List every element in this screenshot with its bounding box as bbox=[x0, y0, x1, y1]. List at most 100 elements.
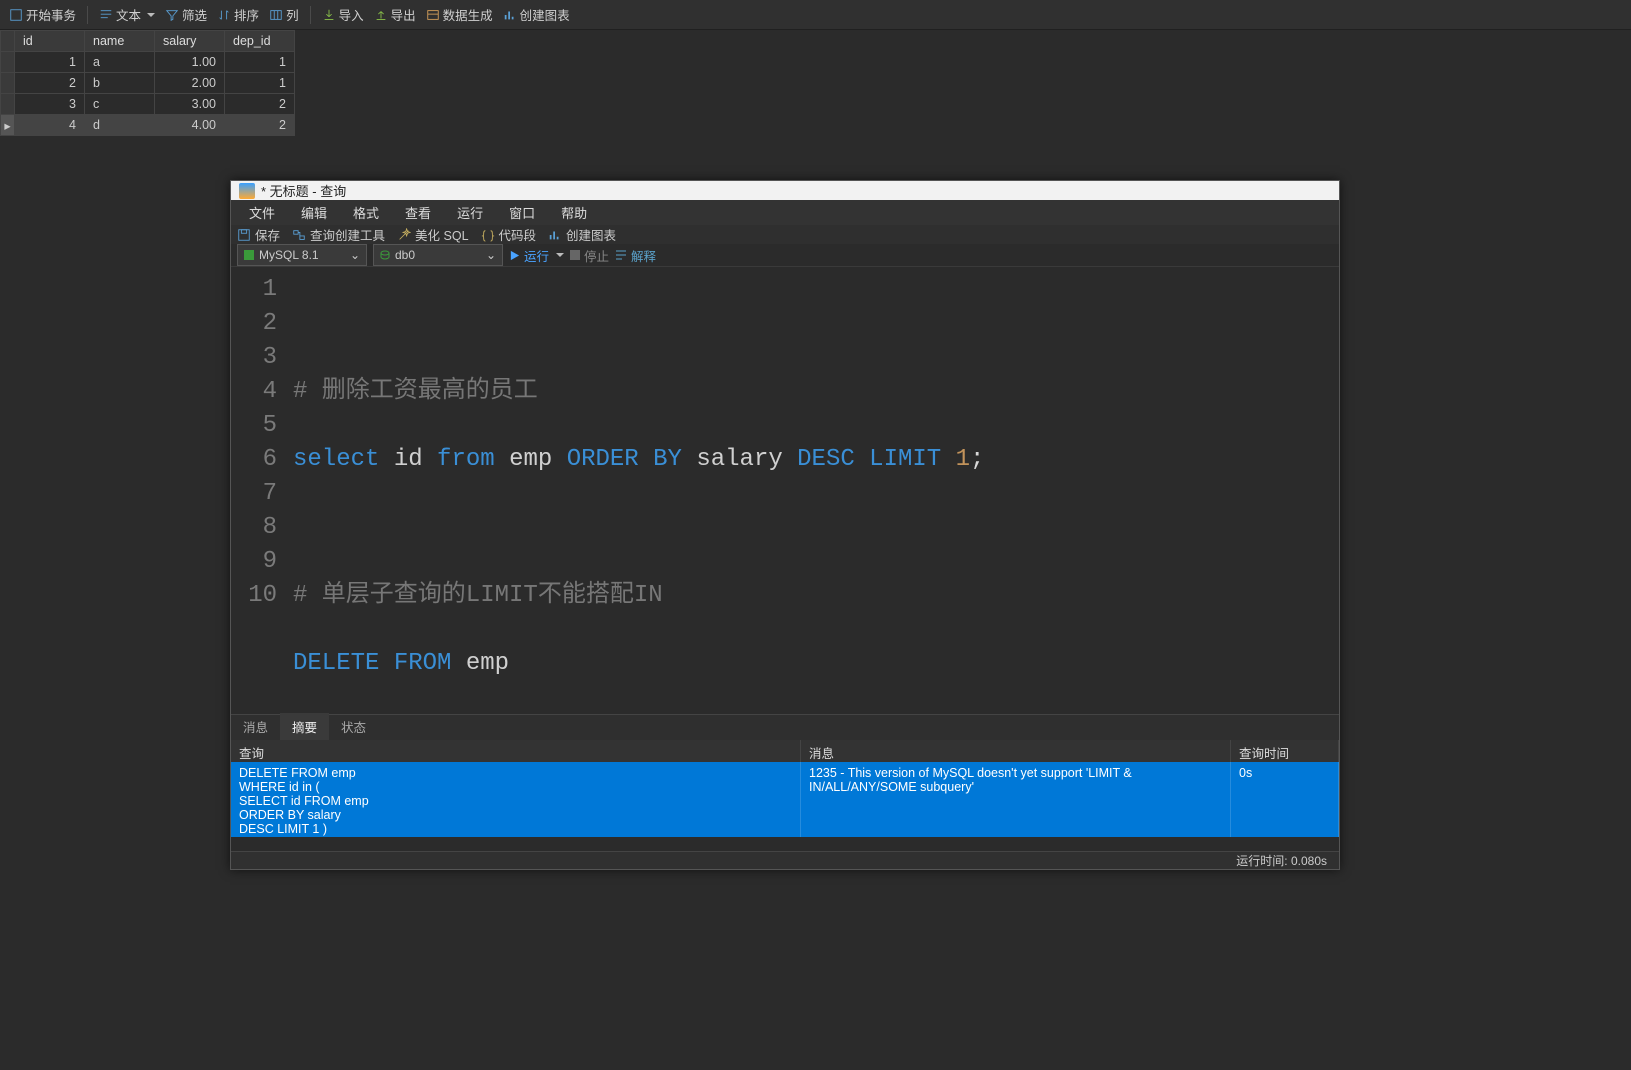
menu-file[interactable]: 文件 bbox=[237, 200, 287, 225]
result-query: DELETE FROM emp WHERE id in ( SELECT id … bbox=[231, 762, 801, 837]
run-button[interactable]: 运行 bbox=[509, 246, 564, 265]
table-row[interactable]: 1a1.001 bbox=[1, 52, 295, 73]
datagen-icon bbox=[426, 8, 440, 22]
result-row[interactable]: DELETE FROM emp WHERE id in ( SELECT id … bbox=[231, 762, 1339, 837]
filter-label: 筛选 bbox=[182, 5, 207, 24]
connection-dropdown[interactable]: MySQL 8.1 ⌄ bbox=[237, 244, 367, 266]
stop-label: 停止 bbox=[584, 246, 609, 265]
database-value: db0 bbox=[395, 248, 415, 262]
grid-header-row: id name salary dep_id bbox=[1, 31, 295, 52]
chart-button[interactable]: 创建图表 bbox=[500, 3, 573, 26]
chevron-down-icon: ⌄ bbox=[350, 248, 360, 262]
row-handle[interactable]: ▸ bbox=[1, 115, 15, 136]
cell-id[interactable]: 3 bbox=[15, 94, 85, 115]
cell-name[interactable]: a bbox=[85, 52, 155, 73]
cell-id[interactable]: 2 bbox=[15, 73, 85, 94]
cell-depid[interactable]: 2 bbox=[225, 94, 295, 115]
data-toolbar: 开始事务 文本 筛选 排序 列 导入 导出 数据生成 bbox=[0, 0, 1631, 30]
result-grid[interactable]: id name salary dep_id 1a1.001 2b2.001 3c… bbox=[0, 30, 295, 136]
export-label: 导出 bbox=[391, 5, 416, 24]
chevron-down-icon: ⌄ bbox=[486, 248, 496, 262]
filter-button[interactable]: 筛选 bbox=[162, 3, 210, 26]
result-time: 0s bbox=[1231, 762, 1339, 837]
play-icon bbox=[509, 250, 520, 261]
menu-help[interactable]: 帮助 bbox=[549, 200, 599, 225]
builder-icon bbox=[292, 228, 306, 242]
cell-depid[interactable]: 1 bbox=[225, 73, 295, 94]
table-row-selected[interactable]: ▸4d4.002 bbox=[1, 115, 295, 136]
row-handle[interactable] bbox=[1, 73, 15, 94]
col-header-id[interactable]: id bbox=[15, 31, 85, 52]
sql-editor[interactable]: 12345678910 # 删除工资最高的员工 select id from e… bbox=[231, 267, 1339, 714]
menu-window[interactable]: 窗口 bbox=[497, 200, 547, 225]
query-builder-label: 查询创建工具 bbox=[310, 225, 385, 244]
text-icon bbox=[99, 8, 113, 22]
chart-label: 创建图表 bbox=[520, 5, 570, 24]
tab-summary[interactable]: 摘要 bbox=[280, 713, 329, 740]
menu-edit[interactable]: 编辑 bbox=[289, 200, 339, 225]
sort-label: 排序 bbox=[234, 5, 259, 24]
code-area[interactable]: # 删除工资最高的员工 select id from emp ORDER BY … bbox=[287, 267, 984, 714]
cell-depid[interactable]: 1 bbox=[225, 52, 295, 73]
table-row[interactable]: 3c3.002 bbox=[1, 94, 295, 115]
col-header-depid[interactable]: dep_id bbox=[225, 31, 295, 52]
result-tabs: 消息 摘要 状态 bbox=[231, 714, 1339, 740]
comment: # 单层子查询的LIMIT不能搭配IN bbox=[293, 582, 663, 609]
cell-name[interactable]: b bbox=[85, 73, 155, 94]
cell-id[interactable]: 1 bbox=[15, 52, 85, 73]
header-time: 查询时间 bbox=[1231, 740, 1339, 762]
cell-id[interactable]: 4 bbox=[15, 115, 85, 136]
explain-label: 解释 bbox=[631, 246, 656, 265]
cell-salary[interactable]: 1.00 bbox=[155, 52, 225, 73]
cell-name[interactable]: d bbox=[85, 115, 155, 136]
cell-salary[interactable]: 2.00 bbox=[155, 73, 225, 94]
col-header-name[interactable]: name bbox=[85, 31, 155, 52]
toolbar-separator bbox=[310, 6, 311, 24]
datagen-button[interactable]: 数据生成 bbox=[423, 3, 496, 26]
table-row[interactable]: 2b2.001 bbox=[1, 73, 295, 94]
text-view-label: 文本 bbox=[116, 5, 141, 24]
stop-button[interactable]: 停止 bbox=[570, 246, 609, 265]
text-view-button[interactable]: 文本 bbox=[96, 3, 158, 26]
beautify-button[interactable]: 美化 SQL bbox=[397, 225, 469, 244]
create-chart-button[interactable]: 创建图表 bbox=[548, 225, 616, 244]
start-transaction-label: 开始事务 bbox=[26, 5, 76, 24]
menu-view[interactable]: 查看 bbox=[393, 200, 443, 225]
window-title: * 无标题 - 查询 bbox=[261, 181, 346, 200]
import-button[interactable]: 导入 bbox=[319, 3, 367, 26]
header-query: 查询 bbox=[231, 740, 801, 762]
database-icon bbox=[380, 250, 390, 260]
tab-status[interactable]: 状态 bbox=[329, 713, 378, 740]
save-label: 保存 bbox=[255, 225, 280, 244]
explain-button[interactable]: 解释 bbox=[615, 246, 656, 265]
col-header-salary[interactable]: salary bbox=[155, 31, 225, 52]
columns-icon bbox=[269, 8, 283, 22]
transaction-icon bbox=[9, 8, 23, 22]
row-handle[interactable] bbox=[1, 52, 15, 73]
comment: # 删除工资最高的员工 bbox=[293, 378, 538, 405]
sort-icon bbox=[217, 8, 231, 22]
toolbar-separator bbox=[87, 6, 88, 24]
row-handle[interactable] bbox=[1, 94, 15, 115]
import-icon bbox=[322, 8, 336, 22]
sort-button[interactable]: 排序 bbox=[214, 3, 262, 26]
wand-icon bbox=[397, 228, 411, 242]
snippet-button[interactable]: 代码段 bbox=[481, 225, 537, 244]
cell-name[interactable]: c bbox=[85, 94, 155, 115]
export-button[interactable]: 导出 bbox=[371, 3, 419, 26]
start-transaction-button[interactable]: 开始事务 bbox=[6, 3, 79, 26]
save-button[interactable]: 保存 bbox=[237, 225, 280, 244]
columns-button[interactable]: 列 bbox=[266, 3, 302, 26]
result-message: 1235 - This version of MySQL doesn't yet… bbox=[801, 762, 1231, 837]
window-titlebar[interactable]: * 无标题 - 查询 bbox=[231, 181, 1339, 200]
cell-depid[interactable]: 2 bbox=[225, 115, 295, 136]
database-dropdown[interactable]: db0 ⌄ bbox=[373, 244, 503, 266]
query-builder-button[interactable]: 查询创建工具 bbox=[292, 225, 385, 244]
tab-messages[interactable]: 消息 bbox=[231, 713, 280, 740]
cell-salary[interactable]: 3.00 bbox=[155, 94, 225, 115]
menu-format[interactable]: 格式 bbox=[341, 200, 391, 225]
menu-run[interactable]: 运行 bbox=[445, 200, 495, 225]
cell-salary[interactable]: 4.00 bbox=[155, 115, 225, 136]
query-toolbar: 保存 查询创建工具 美化 SQL 代码段 创建图表 bbox=[231, 225, 1339, 244]
snippet-label: 代码段 bbox=[499, 225, 537, 244]
